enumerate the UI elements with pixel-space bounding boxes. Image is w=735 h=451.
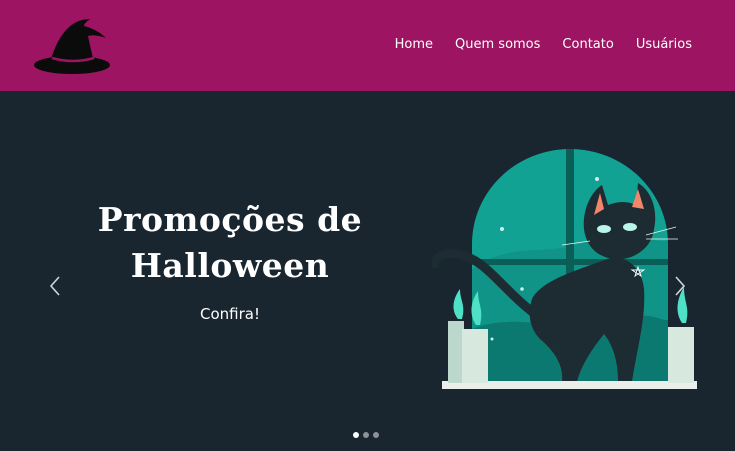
slide-title: Promoções de Halloween [80,197,380,289]
nav-quem-somos[interactable]: Quem somos [455,37,540,52]
carousel-indicators [353,432,379,438]
carousel-prev-button[interactable] [40,271,70,301]
nav-usuarios[interactable]: Usuários [636,37,692,52]
navbar: Home Quem somos Contato Usuários [0,0,735,91]
carousel-indicator-3[interactable] [373,432,379,438]
logo-link[interactable] [32,16,114,78]
carousel-indicator-1[interactable] [353,432,359,438]
nav-home[interactable]: Home [395,37,433,52]
carousel-next-button[interactable] [665,271,695,301]
slide-title-line1: Promoções de [97,200,363,239]
nav-contato[interactable]: Contato [562,37,613,52]
slide-title-line2: Halloween [130,246,330,285]
witch-hat-icon [34,19,110,74]
slide-subtitle: Confira! [200,305,260,323]
hero-carousel: Promoções de Halloween Confira! [0,91,735,451]
nav-links: Home Quem somos Contato Usuários [395,37,692,52]
carousel-indicator-2[interactable] [363,432,369,438]
chevron-left-icon [49,276,60,296]
chevron-right-icon [675,276,686,296]
